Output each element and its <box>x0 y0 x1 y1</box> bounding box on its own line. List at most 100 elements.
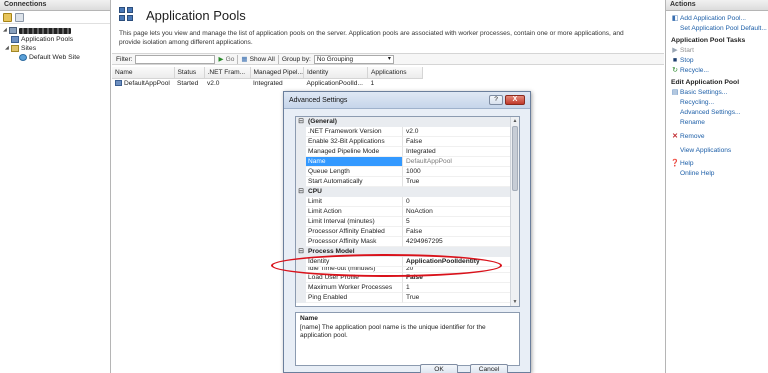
column-header-name[interactable]: Name <box>112 67 175 79</box>
basic-settings-link[interactable]: ▤ Basic Settings... <box>670 88 768 98</box>
group-by-label: Group by: <box>281 55 311 63</box>
dialog-close-button[interactable]: X <box>505 95 525 105</box>
property-value[interactable]: v2.0 <box>402 127 512 137</box>
property-row[interactable]: Ping Enabled True <box>296 293 512 303</box>
save-icon[interactable] <box>15 12 24 22</box>
property-name: Name <box>306 157 402 167</box>
dialog-window-buttons: ? X <box>489 95 525 105</box>
property-value[interactable]: ApplicationPoolIdentity <box>402 257 512 267</box>
row-gutter <box>296 127 306 137</box>
property-grid-scrollbar[interactable]: ▲ ▼ <box>510 117 519 306</box>
property-row[interactable]: Start Automatically True <box>296 177 512 187</box>
property-value[interactable]: True <box>402 293 512 303</box>
go-label: Go <box>225 55 235 63</box>
rename-link[interactable]: Rename <box>670 118 768 128</box>
collapse-section-icon[interactable]: ⊟ <box>296 247 306 257</box>
dialog-titlebar[interactable]: Advanced Settings ? X <box>284 92 530 109</box>
tree-app-pools[interactable]: Application Pools <box>3 35 110 44</box>
show-all-button[interactable]: ▦ Show All <box>241 55 275 64</box>
website-icon <box>19 54 27 61</box>
filter-bar: Filter: ▶ Go ▦ Show All Group by: No Group… <box>112 53 664 65</box>
dialog-help-button[interactable]: ? <box>489 95 503 105</box>
property-row[interactable]: Load User Profile False <box>296 273 512 283</box>
group-by-select[interactable]: No Grouping <box>313 54 394 64</box>
property-value[interactable]: 1000 <box>402 167 512 177</box>
recycling-link[interactable]: Recycling... <box>670 98 768 108</box>
scrollbar-thumb[interactable] <box>512 126 518 191</box>
go-button[interactable]: ▶ Go <box>218 55 235 64</box>
collapse-section-icon[interactable]: ⊟ <box>296 187 306 197</box>
filter-input[interactable] <box>135 54 216 64</box>
property-row[interactable]: Processor Affinity Enabled False <box>296 227 512 237</box>
column-header-status[interactable]: Status <box>174 67 205 79</box>
column-header-applications[interactable]: Applications <box>367 67 423 79</box>
section-label: CPU <box>308 188 322 195</box>
set-defaults-link[interactable]: Set Application Pool Default... <box>670 24 768 34</box>
stop-action[interactable]: ■ Stop <box>670 56 768 66</box>
collapse-section-icon[interactable]: ⊟ <box>296 117 306 127</box>
recycle-action[interactable]: ↻ Recycle... <box>670 66 768 76</box>
property-row[interactable]: Maximum Worker Processes 1 <box>296 283 512 293</box>
tree-sites[interactable]: ◢ Sites <box>3 44 110 53</box>
property-row[interactable]: Name DefaultAppPool <box>296 157 512 167</box>
property-row[interactable]: Identity ApplicationPoolIdentity <box>296 257 512 267</box>
go-icon: ▶ <box>218 56 224 63</box>
remove-link[interactable]: ✕ Remove <box>670 132 768 142</box>
property-section[interactable]: ⊟ (General) <box>296 117 512 127</box>
column-header-identity[interactable]: Identity <box>303 67 368 79</box>
property-row[interactable]: Limit Action NoAction <box>296 207 512 217</box>
row-gutter <box>296 207 306 217</box>
property-value[interactable]: 5 <box>402 217 512 227</box>
property-row[interactable]: Limit 0 <box>296 197 512 207</box>
property-section[interactable]: ⊟ CPU <box>296 187 512 197</box>
pool-status-cell: Started <box>177 79 199 87</box>
property-value[interactable]: DefaultAppPool <box>402 157 512 167</box>
property-value[interactable]: False <box>402 137 512 147</box>
online-help-link[interactable]: Online Help <box>670 169 768 179</box>
property-value[interactable]: 0 <box>402 197 512 207</box>
add-app-pool-link[interactable]: ◧ Add Application Pool... <box>670 14 768 24</box>
property-value[interactable]: 4294967295 <box>402 237 512 247</box>
recycling-label: Recycling... <box>680 99 715 106</box>
scroll-up-icon[interactable]: ▲ <box>511 117 519 125</box>
ok-button[interactable]: OK <box>420 364 458 373</box>
server-icon <box>9 27 17 34</box>
property-row[interactable]: Queue Length 1000 <box>296 167 512 177</box>
row-gutter <box>296 167 306 177</box>
property-value[interactable]: 1 <box>402 283 512 293</box>
actions-top: ◧ Add Application Pool... Set Application… <box>666 14 768 34</box>
scroll-down-icon[interactable]: ▼ <box>511 298 519 306</box>
property-value[interactable]: False <box>402 227 512 237</box>
start-action[interactable]: ▶ Start <box>670 46 768 56</box>
property-name: Managed Pipeline Mode <box>306 147 402 157</box>
cancel-button[interactable]: Cancel <box>470 364 508 373</box>
view-applications-link[interactable]: View Applications <box>670 146 768 156</box>
property-value[interactable]: Integrated <box>402 147 512 157</box>
property-section[interactable]: ⊟ Process Model <box>296 247 512 257</box>
property-value[interactable]: NoAction <box>402 207 512 217</box>
section-label: (General) <box>308 118 337 125</box>
connect-icon[interactable] <box>3 12 12 22</box>
remove-label: Remove <box>680 133 705 140</box>
property-row[interactable]: Managed Pipeline Mode Integrated <box>296 147 512 157</box>
pool-pipeline-cell: Integrated <box>253 79 283 87</box>
property-row[interactable]: Processor Affinity Mask 4294967295 <box>296 237 512 247</box>
property-value[interactable]: False <box>402 273 512 283</box>
help-section: ❓ Help Online Help <box>666 159 768 179</box>
stop-label: Stop <box>680 57 694 64</box>
property-value[interactable]: True <box>402 177 512 187</box>
help-link[interactable]: ❓ Help <box>670 159 768 169</box>
row-gutter <box>296 293 306 303</box>
column-header-net[interactable]: .NET Fram... <box>204 67 251 79</box>
tree-default-site[interactable]: Default Web Site <box>3 53 110 62</box>
property-row[interactable]: .NET Framework Version v2.0 <box>296 127 512 137</box>
set-defaults-label: Set Application Pool Default... <box>680 25 767 32</box>
column-header-pipeline[interactable]: Managed Pipel... <box>250 67 304 79</box>
property-row[interactable]: Enable 32-Bit Applications False <box>296 137 512 147</box>
pool-net-cell: v2.0 <box>207 79 220 87</box>
property-row[interactable]: Limit Interval (minutes) 5 <box>296 217 512 227</box>
tree-server[interactable]: ◢ <box>3 26 110 35</box>
table-row[interactable]: DefaultAppPool Started v2.0 Integrated A… <box>112 78 423 88</box>
advanced-settings-link[interactable]: Advanced Settings... <box>670 108 768 118</box>
property-name: Identity <box>306 257 402 267</box>
